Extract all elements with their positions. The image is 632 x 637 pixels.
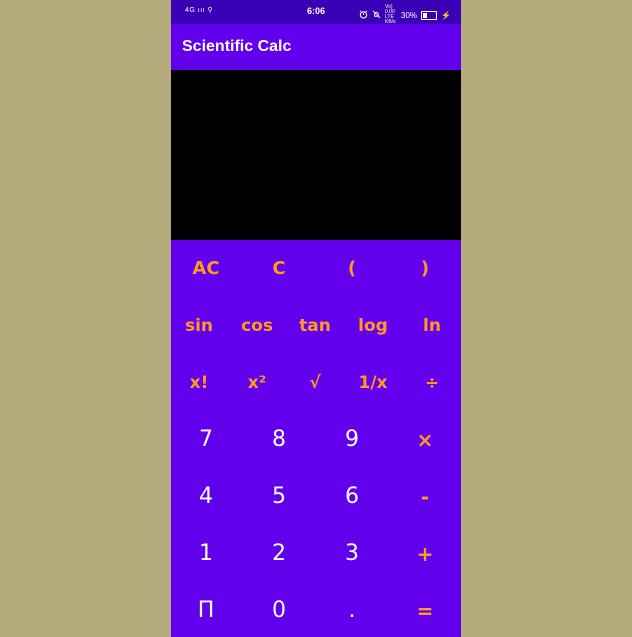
battery-percent: 30% [401, 10, 418, 20]
keypad-row-2: sin cos tan log ln [171, 297, 461, 354]
calculator-display [171, 70, 461, 240]
digit-9-button[interactable]: 9 [316, 411, 388, 468]
equals-button[interactable]: = [389, 582, 461, 637]
log-button[interactable]: log [344, 297, 402, 354]
phone-screen: 4G ııı ⚲ 6:06 Vo) 0.00 LTE KB/s 30% ⚡ Sc… [171, 0, 461, 637]
network-speed: Vo) 0.00 LTE KB/s [385, 4, 396, 25]
charging-icon: ⚡ [441, 10, 451, 20]
digit-2-button[interactable]: 2 [243, 525, 315, 582]
keypad-row-6: 1 2 3 + [171, 525, 461, 582]
mute-icon [372, 10, 381, 21]
app-title: Scientific Calc [182, 38, 292, 55]
square-button[interactable]: x² [228, 354, 286, 411]
ln-button[interactable]: ln [403, 297, 461, 354]
digit-5-button[interactable]: 5 [243, 468, 315, 525]
status-bar: 4G ııı ⚲ 6:06 Vo) 0.00 LTE KB/s 30% ⚡ [171, 0, 461, 25]
multiply-button[interactable]: × [389, 411, 461, 468]
battery-icon [421, 10, 438, 20]
divide-button[interactable]: ÷ [403, 354, 461, 411]
sin-button[interactable]: sin [171, 297, 228, 354]
digit-3-button[interactable]: 3 [316, 525, 388, 582]
close-paren-button[interactable]: ) [389, 240, 461, 297]
status-icons: Vo) 0.00 LTE KB/s 30% ⚡ [359, 5, 451, 25]
digit-8-button[interactable]: 8 [243, 411, 315, 468]
digit-7-button[interactable]: 7 [171, 411, 242, 468]
reciprocal-button[interactable]: 1/x [344, 354, 402, 411]
keypad: AC C ( ) sin cos tan log ln x! x² √ 1/x … [171, 240, 461, 637]
keypad-row-3: x! x² √ 1/x ÷ [171, 354, 461, 411]
digit-6-button[interactable]: 6 [316, 468, 388, 525]
all-clear-button[interactable]: AC [171, 240, 242, 297]
digit-4-button[interactable]: 4 [171, 468, 242, 525]
digit-1-button[interactable]: 1 [171, 525, 242, 582]
keypad-row-5: 4 5 6 - [171, 468, 461, 525]
open-paren-button[interactable]: ( [316, 240, 388, 297]
digit-0-button[interactable]: 0 [243, 582, 315, 637]
keypad-row-4: 7 8 9 × [171, 411, 461, 468]
factorial-button[interactable]: x! [171, 354, 228, 411]
clear-button[interactable]: C [243, 240, 315, 297]
app-bar: Scientific Calc [171, 24, 461, 70]
decimal-button[interactable]: . [316, 582, 388, 637]
cos-button[interactable]: cos [228, 297, 286, 354]
subtract-button[interactable]: - [389, 468, 461, 525]
pi-button[interactable]: Π [171, 582, 242, 637]
sqrt-button[interactable]: √ [286, 354, 344, 411]
add-button[interactable]: + [389, 525, 461, 582]
alarm-icon [359, 10, 368, 21]
keypad-row-7: Π 0 . = [171, 582, 461, 637]
keypad-row-1: AC C ( ) [171, 240, 461, 297]
tan-button[interactable]: tan [286, 297, 344, 354]
